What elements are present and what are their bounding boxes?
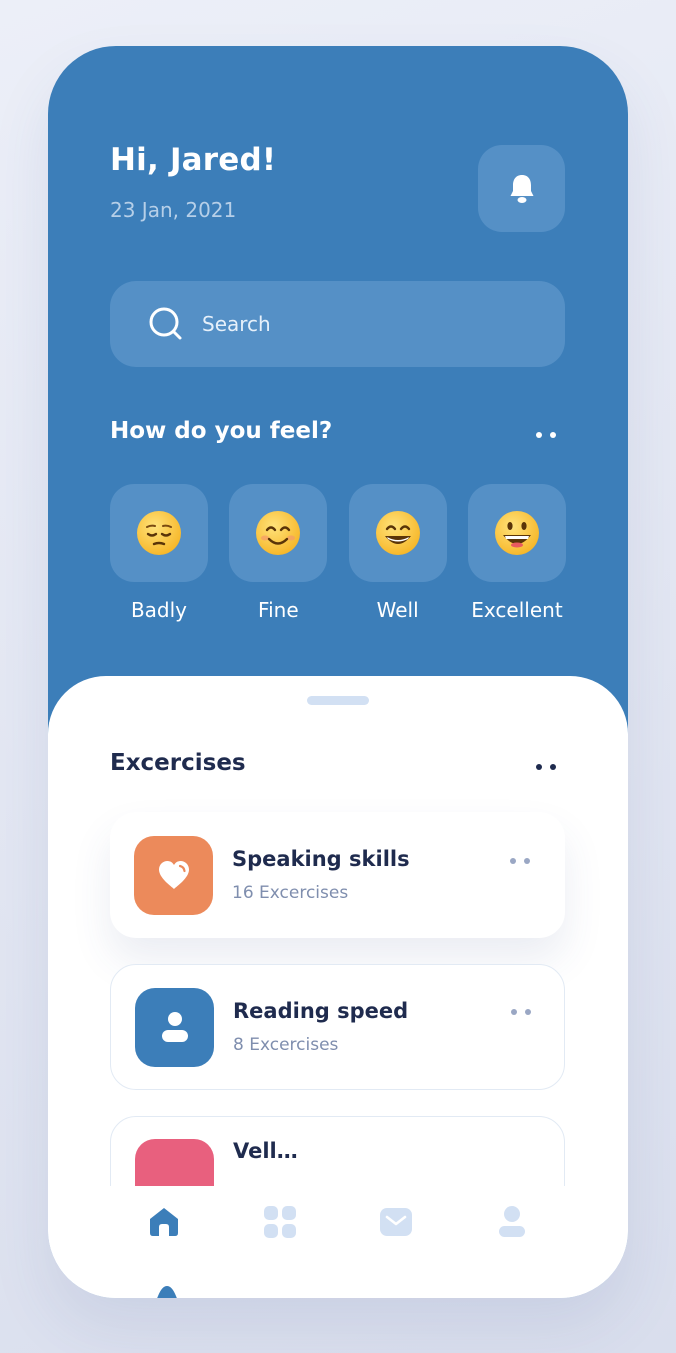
mood-fine-label: Fine bbox=[258, 598, 299, 622]
mood-badly-label: Badly bbox=[130, 598, 188, 622]
home-icon bbox=[150, 1208, 178, 1236]
notifications-button[interactable] bbox=[478, 145, 565, 232]
exercise-more-button[interactable] bbox=[511, 1009, 531, 1015]
mood-well-tile[interactable] bbox=[348, 484, 447, 582]
mood-fine[interactable]: Fine bbox=[229, 484, 328, 622]
search-bar[interactable]: Search bbox=[110, 281, 565, 367]
exercise-name: Reading speed bbox=[233, 999, 409, 1023]
smiling-face-icon bbox=[256, 511, 301, 555]
heart-icon bbox=[158, 861, 189, 889]
exercise-count: 16 Excercises bbox=[232, 883, 349, 903]
exercise-icon-tile bbox=[135, 987, 214, 1067]
exercise-count: 8 Excercises bbox=[233, 1035, 339, 1055]
exercise-icon-tile bbox=[134, 835, 213, 915]
exercise-more-button[interactable] bbox=[510, 858, 530, 864]
mood-excellent-tile[interactable] bbox=[467, 484, 566, 582]
grid-icon bbox=[264, 1206, 296, 1238]
grinning-face-icon bbox=[375, 511, 420, 555]
mood-excellent[interactable]: Excellent bbox=[467, 484, 566, 622]
bottom-navigation bbox=[48, 1202, 628, 1242]
exercises-sheet: Excercises Speaking skills 16 Excercises bbox=[48, 676, 628, 1298]
mood-fine-tile[interactable] bbox=[229, 484, 328, 582]
mood-badly-tile[interactable] bbox=[110, 484, 208, 582]
search-input[interactable]: Search bbox=[202, 312, 271, 336]
active-tab-indicator bbox=[157, 1286, 177, 1298]
mood-section-title: How do you feel? bbox=[110, 418, 333, 444]
pensive-face-icon bbox=[137, 511, 181, 555]
mood-excellent-label: Excellent bbox=[471, 598, 563, 622]
user-icon bbox=[499, 1206, 525, 1237]
greeting-title: Hi, Jared! bbox=[110, 142, 277, 178]
nav-profile[interactable] bbox=[492, 1202, 532, 1242]
nav-dashboard[interactable] bbox=[260, 1202, 300, 1242]
exercise-name: Vell… bbox=[233, 1139, 298, 1163]
exercise-card-reading[interactable]: Reading speed 8 Excercises bbox=[110, 964, 565, 1090]
app-screen: Hi, Jared! 23 Jan, 2021 Search How do yo… bbox=[48, 46, 628, 1298]
exercise-name: Speaking skills bbox=[232, 847, 410, 871]
mood-well-label: Well bbox=[376, 598, 419, 622]
nav-messages[interactable] bbox=[376, 1202, 416, 1242]
bell-icon bbox=[510, 174, 533, 203]
nav-home[interactable] bbox=[144, 1202, 184, 1242]
mood-well[interactable]: Well bbox=[348, 484, 447, 622]
current-date: 23 Jan, 2021 bbox=[110, 198, 237, 222]
search-icon bbox=[148, 306, 184, 342]
mood-badly[interactable]: Badly bbox=[110, 484, 208, 622]
sheet-drag-handle[interactable] bbox=[307, 696, 369, 705]
person-icon bbox=[161, 1012, 188, 1042]
mood-more-button[interactable] bbox=[536, 432, 556, 438]
exercises-more-button[interactable] bbox=[536, 764, 556, 770]
mail-icon bbox=[380, 1208, 412, 1236]
exercise-card-speaking[interactable]: Speaking skills 16 Excercises bbox=[110, 812, 565, 938]
mood-options: Badly Fine Well Excellent bbox=[110, 484, 566, 622]
big-smile-face-icon bbox=[494, 511, 539, 555]
exercises-section-title: Excercises bbox=[110, 750, 246, 776]
